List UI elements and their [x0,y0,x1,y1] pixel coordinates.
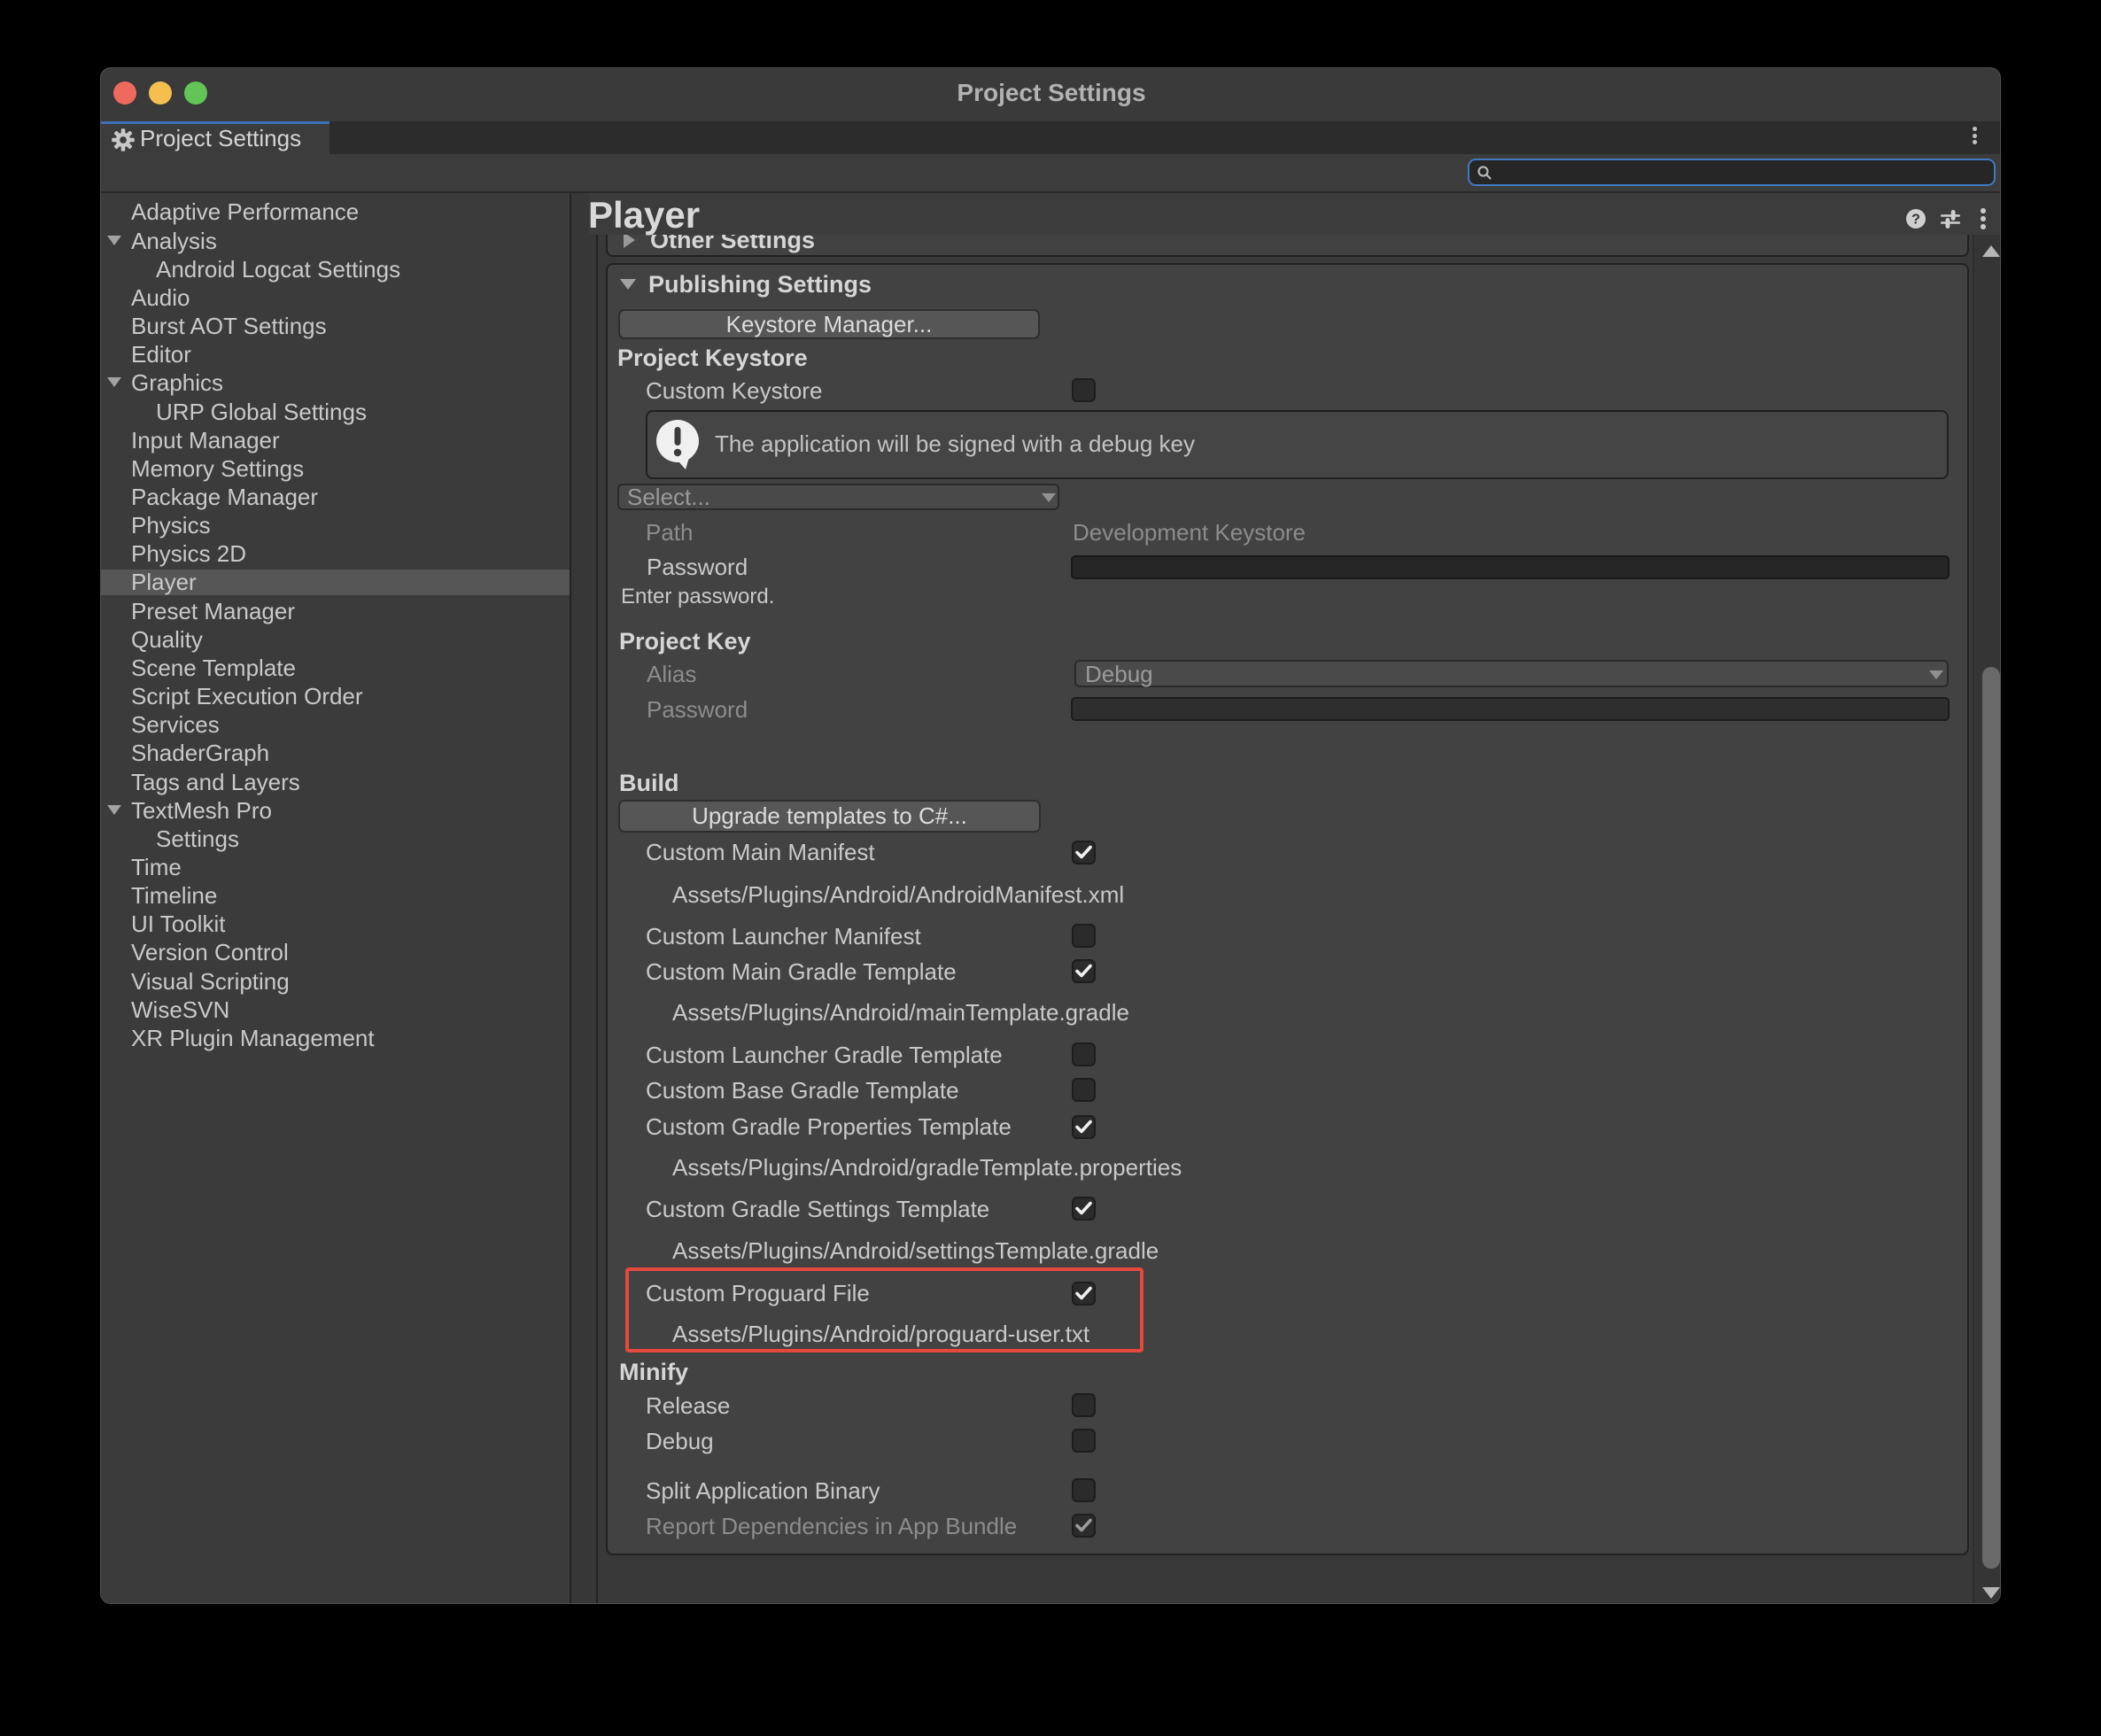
svg-text:?: ? [1911,213,1920,228]
